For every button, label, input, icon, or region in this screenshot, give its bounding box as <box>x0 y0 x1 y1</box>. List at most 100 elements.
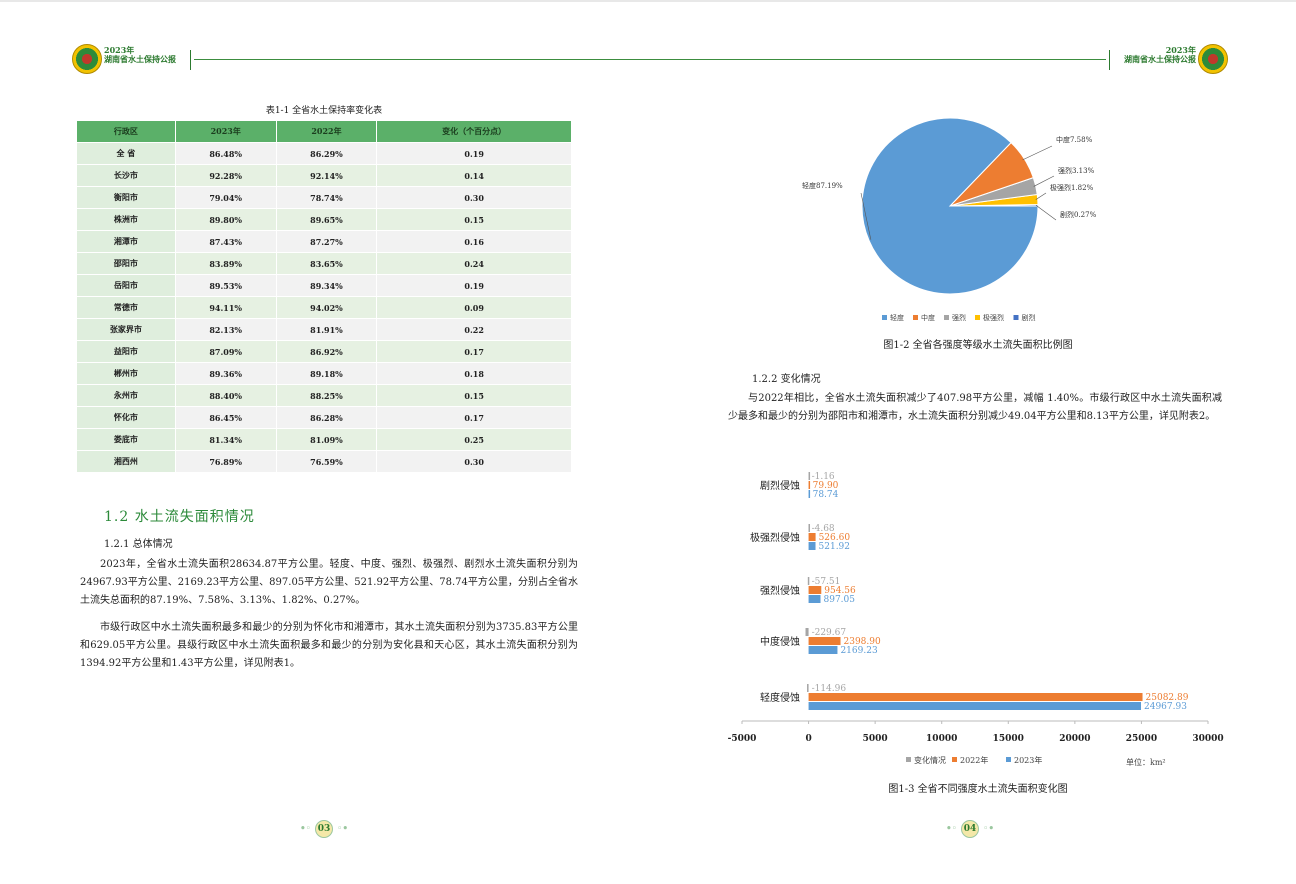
legend-swatch <box>952 757 957 762</box>
header-divider <box>190 50 191 70</box>
data-label: -229.67 <box>812 628 847 638</box>
region-cell: 常德市 <box>76 296 176 319</box>
region-cell: 株洲市 <box>76 208 176 231</box>
leader-line <box>1022 145 1053 161</box>
value-cell: 79.04% <box>174 186 277 209</box>
bar-2 <box>808 646 838 654</box>
data-label: 78.74 <box>813 490 839 500</box>
pie-label: 极强烈1.82% <box>1050 183 1094 192</box>
value-cell: 0.15 <box>376 384 572 407</box>
section-title: 1.2 水土流失面积情况 <box>104 509 255 525</box>
value-cell: 82.13% <box>174 318 277 341</box>
legend-label: 极强烈 <box>983 313 1004 322</box>
bar-1 <box>808 481 811 489</box>
x-tick-label: 15000 <box>993 734 1024 744</box>
value-cell: 89.80% <box>174 208 277 231</box>
value-cell: 86.28% <box>275 406 378 429</box>
paragraph: 与2022年相比，全省水土流失面积减少了407.98平方公里，减幅 1.40%。… <box>728 393 1222 422</box>
value-cell: 0.19 <box>376 274 572 297</box>
top-border <box>0 0 1296 2</box>
value-cell: 0.14 <box>376 164 572 187</box>
value-cell: 78.74% <box>275 186 378 209</box>
bulletin-logo-icon <box>72 44 102 74</box>
region-cell: 全 省 <box>76 142 176 165</box>
region-cell: 湘潭市 <box>76 230 176 253</box>
table-row: 衡阳市 79.04% 78.74% 0.30 <box>76 186 572 209</box>
table-row: 张家界市 82.13% 81.91% 0.22 <box>76 318 572 341</box>
value-cell: 0.19 <box>376 142 572 165</box>
value-cell: 83.65% <box>275 252 378 275</box>
header-rule <box>194 59 664 60</box>
bar-0 <box>807 577 810 585</box>
bar-1 <box>808 693 1143 701</box>
legend-swatch <box>1006 757 1011 762</box>
value-cell: 89.36% <box>174 362 277 385</box>
legend-swatch <box>882 315 887 320</box>
data-label: 24967.93 <box>1144 702 1187 712</box>
legend-label: 变化情况 <box>914 755 946 765</box>
x-tick-label: -5000 <box>728 734 757 744</box>
header-title-right: 2023年 湖南省水土保持公报 <box>1124 46 1196 64</box>
value-cell: 0.15 <box>376 208 572 231</box>
bar-2 <box>808 490 811 498</box>
legend-label: 2022年 <box>960 755 988 765</box>
bar-1 <box>808 533 816 541</box>
pie-label: 中度7.58% <box>1056 135 1093 144</box>
table-row: 株洲市 89.80% 89.65% 0.15 <box>76 208 572 231</box>
legend-label: 剧烈 <box>1022 313 1036 322</box>
bulletin-logo-icon <box>1198 44 1228 74</box>
region-cell: 郴州市 <box>76 362 176 385</box>
value-cell: 89.65% <box>275 208 378 231</box>
value-cell: 88.25% <box>275 384 378 407</box>
data-label: 897.05 <box>824 595 856 605</box>
x-tick-label: 10000 <box>926 734 957 744</box>
column-header: 2022年 <box>275 120 378 143</box>
subsection-heading: 1.2.2 变化情况 <box>752 374 821 385</box>
value-cell: 89.53% <box>174 274 277 297</box>
value-cell: 88.40% <box>174 384 277 407</box>
table-caption: 表1-1 全省水土保持率变化表 <box>265 106 383 116</box>
region-cell: 张家界市 <box>76 318 176 341</box>
value-cell: 81.09% <box>275 428 378 451</box>
paragraph: 市级行政区中水土流失面积最多和最少的分别为怀化市和湘潭市，其水土流失面积分别为3… <box>80 622 578 669</box>
header-left: 2023年 湖南省水土保持公报 <box>72 44 664 74</box>
value-cell: 92.14% <box>275 164 378 187</box>
legend-label: 中度 <box>921 313 935 322</box>
value-cell: 81.91% <box>275 318 378 341</box>
table-header-row: 行政区 2023年 2022年 变化（个百分点） <box>76 120 572 143</box>
figure-caption: 图1-2 全省各强度等级水土流失面积比例图 <box>883 340 1073 351</box>
header-divider <box>1109 50 1110 70</box>
value-cell: 94.11% <box>174 296 277 319</box>
legend-swatch <box>913 315 918 320</box>
value-cell: 0.25 <box>376 428 572 451</box>
legend-label: 强烈 <box>952 313 966 322</box>
value-cell: 81.34% <box>174 428 277 451</box>
value-cell: 0.09 <box>376 296 572 319</box>
bar-0 <box>808 524 811 532</box>
pie-chart: 轻度87.19% 中度7.58% 强烈3.13% 极强烈1.82% 剧烈0.27% 轻度 中… <box>802 118 1097 322</box>
legend-label: 2023年 <box>1014 755 1042 765</box>
table-row: 湘潭市 87.43% 87.27% 0.16 <box>76 230 572 253</box>
value-cell: 76.89% <box>174 450 277 473</box>
bar-2 <box>808 595 821 603</box>
subsection-heading: 1.2.1 总体情况 <box>104 539 173 550</box>
value-cell: 87.43% <box>174 230 277 253</box>
header-title: 湖南省水土保持公报 <box>104 54 176 64</box>
unit-note: 单位：km² <box>1126 757 1166 767</box>
region-cell: 永州市 <box>76 384 176 407</box>
table-row: 永州市 88.40% 88.25% 0.15 <box>76 384 572 407</box>
region-cell: 长沙市 <box>76 164 176 187</box>
region-cell: 湘西州 <box>76 450 176 473</box>
x-tick-label: 30000 <box>1192 734 1223 744</box>
data-label: -114.96 <box>812 684 847 694</box>
pie-label: 轻度87.19% <box>802 181 843 190</box>
table-row: 湘西州 76.89% 76.59% 0.30 <box>76 450 572 473</box>
category-label: 强烈侵蚀 <box>760 584 800 597</box>
value-cell: 87.27% <box>275 230 378 253</box>
data-label: 2169.23 <box>840 646 877 656</box>
column-header: 行政区 <box>76 120 176 143</box>
legend-swatch <box>906 757 911 762</box>
header-title: 湖南省水土保持公报 <box>1124 54 1196 64</box>
column-header: 变化（个百分点） <box>376 120 572 143</box>
category-label: 剧烈侵蚀 <box>760 479 800 492</box>
